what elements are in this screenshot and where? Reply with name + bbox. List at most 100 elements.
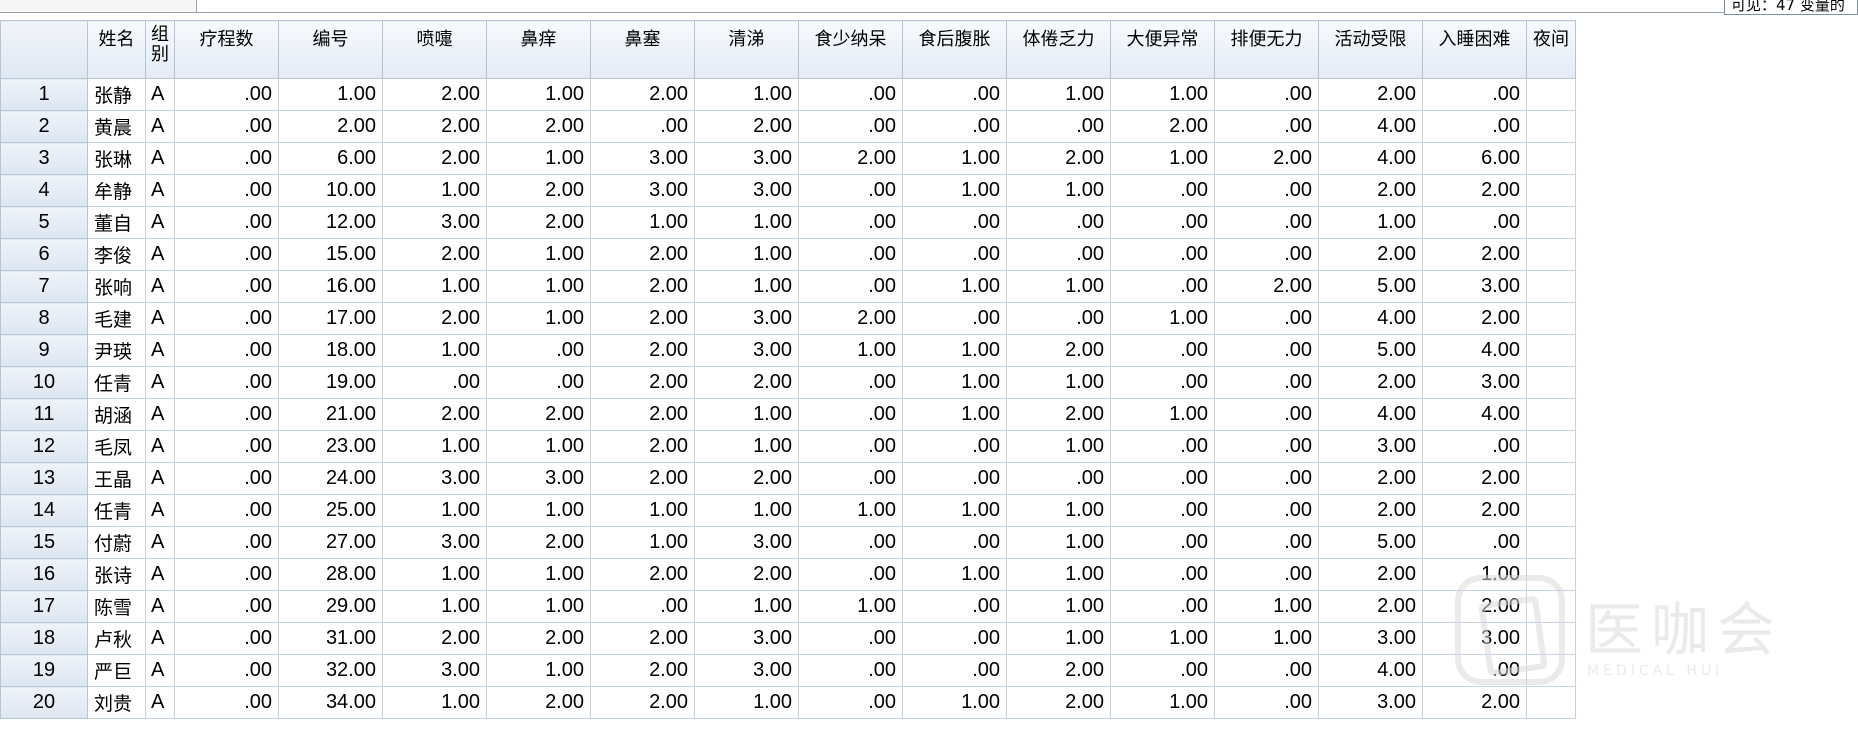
data-cell[interactable]: 2.00	[1318, 78, 1423, 111]
data-cell[interactable]: A	[145, 590, 175, 623]
data-cell[interactable]: 2.00	[382, 238, 487, 271]
data-cell[interactable]: .00	[1422, 526, 1527, 559]
data-cell[interactable]: 4.00	[1422, 398, 1527, 431]
data-cell[interactable]: 4.00	[1318, 110, 1423, 143]
data-cell[interactable]: 1.00	[590, 206, 695, 239]
data-cell[interactable]: 严巨	[87, 654, 146, 687]
data-cell[interactable]: 1.00	[1214, 590, 1319, 623]
data-cell[interactable]: 1.00	[382, 334, 487, 367]
data-cell[interactable]: 1.00	[902, 558, 1007, 591]
data-cell[interactable]: 4.00	[1318, 302, 1423, 335]
data-cell[interactable]: .00	[1214, 462, 1319, 495]
data-cell[interactable]: A	[145, 558, 175, 591]
data-cell[interactable]	[1526, 206, 1576, 239]
data-cell[interactable]: .00	[1110, 206, 1215, 239]
data-cell[interactable]: 2.00	[1422, 238, 1527, 271]
data-cell[interactable]: .00	[1214, 494, 1319, 527]
data-cell[interactable]: 3.00	[486, 462, 591, 495]
data-cell[interactable]: 2.00	[590, 78, 695, 111]
data-cell[interactable]: 1.00	[694, 78, 799, 111]
data-cell[interactable]: 2.00	[1006, 334, 1111, 367]
cell-editor-field[interactable]	[197, 0, 1726, 13]
data-cell[interactable]: 1.00	[486, 590, 591, 623]
data-cell[interactable]: 5.00	[1318, 526, 1423, 559]
row-number-cell[interactable]: 3	[0, 142, 88, 175]
data-cell[interactable]: 1.00	[694, 398, 799, 431]
data-cell[interactable]: .00	[1110, 462, 1215, 495]
data-cell[interactable]: 10.00	[278, 174, 383, 207]
data-cell[interactable]: 1.00	[1006, 430, 1111, 463]
data-cell[interactable]: 3.00	[694, 622, 799, 655]
data-cell[interactable]: .00	[902, 526, 1007, 559]
data-cell[interactable]: 卢秋	[87, 622, 146, 655]
column-header[interactable]: 活动受限	[1318, 20, 1423, 79]
data-cell[interactable]: .00	[1214, 686, 1319, 719]
data-cell[interactable]: 1.00	[902, 142, 1007, 175]
data-cell[interactable]: 1.00	[1006, 558, 1111, 591]
data-cell[interactable]: 3.00	[590, 174, 695, 207]
data-cell[interactable]: 2.00	[1214, 142, 1319, 175]
data-cell[interactable]: 1.00	[382, 686, 487, 719]
row-number-cell[interactable]: 7	[0, 270, 88, 303]
data-cell[interactable]: .00	[1006, 110, 1111, 143]
data-cell[interactable]	[1526, 462, 1576, 495]
data-cell[interactable]: 3.00	[1318, 686, 1423, 719]
data-cell[interactable]: .00	[382, 366, 487, 399]
data-cell[interactable]: 2.00	[1318, 366, 1423, 399]
data-cell[interactable]: 1.00	[382, 558, 487, 591]
data-cell[interactable]: 1.00	[486, 494, 591, 527]
data-cell[interactable]: .00	[174, 270, 279, 303]
row-number-cell[interactable]: 1	[0, 78, 88, 111]
data-cell[interactable]: 2.00	[798, 142, 903, 175]
data-cell[interactable]: 1.00	[382, 590, 487, 623]
data-cell[interactable]: .00	[174, 78, 279, 111]
data-cell[interactable]: .00	[1110, 174, 1215, 207]
data-cell[interactable]: .00	[798, 462, 903, 495]
data-cell[interactable]: .00	[902, 430, 1007, 463]
data-cell[interactable]	[1526, 238, 1576, 271]
data-cell[interactable]: .00	[174, 590, 279, 623]
data-cell[interactable]: 1.00	[902, 398, 1007, 431]
data-cell[interactable]: 2.00	[486, 174, 591, 207]
data-cell[interactable]	[1526, 142, 1576, 175]
data-cell[interactable]: .00	[1110, 558, 1215, 591]
data-cell[interactable]: 2.00	[1422, 590, 1527, 623]
data-cell[interactable]: .00	[1214, 334, 1319, 367]
data-cell[interactable]: .00	[174, 366, 279, 399]
data-cell[interactable]: 27.00	[278, 526, 383, 559]
data-cell[interactable]: .00	[902, 78, 1007, 111]
data-cell[interactable]: 2.00	[1422, 174, 1527, 207]
data-cell[interactable]: 1.00	[902, 270, 1007, 303]
data-cell[interactable]: 3.00	[1422, 270, 1527, 303]
data-cell[interactable]: 张诗	[87, 558, 146, 591]
data-cell[interactable]: .00	[798, 238, 903, 271]
data-cell[interactable]: 2.00	[1318, 238, 1423, 271]
data-cell[interactable]: .00	[902, 462, 1007, 495]
data-cell[interactable]: 4.00	[1422, 334, 1527, 367]
row-number-cell[interactable]: 18	[0, 622, 88, 655]
data-cell[interactable]: A	[145, 174, 175, 207]
data-cell[interactable]: 3.00	[382, 462, 487, 495]
data-cell[interactable]: 2.00	[694, 110, 799, 143]
data-cell[interactable]: 1.00	[486, 142, 591, 175]
data-cell[interactable]	[1526, 654, 1576, 687]
column-header[interactable]: 入睡困难	[1422, 20, 1527, 79]
data-cell[interactable]: 毛建	[87, 302, 146, 335]
data-cell[interactable]: 2.00	[382, 142, 487, 175]
data-cell[interactable]: 张静	[87, 78, 146, 111]
data-cell[interactable]: 3.00	[694, 526, 799, 559]
data-cell[interactable]	[1526, 430, 1576, 463]
data-cell[interactable]: .00	[174, 494, 279, 527]
data-cell[interactable]: 2.00	[694, 462, 799, 495]
data-cell[interactable]: 1.00	[1110, 622, 1215, 655]
data-cell[interactable]: 1.00	[1006, 78, 1111, 111]
data-cell[interactable]: 3.00	[382, 206, 487, 239]
data-cell[interactable]: 16.00	[278, 270, 383, 303]
data-cell[interactable]: .00	[1214, 398, 1319, 431]
data-cell[interactable]: 牟静	[87, 174, 146, 207]
column-header[interactable]: 编号	[278, 20, 383, 79]
data-cell[interactable]: 1.00	[1110, 686, 1215, 719]
data-cell[interactable]: .00	[1006, 238, 1111, 271]
data-cell[interactable]: 1.00	[382, 174, 487, 207]
data-cell[interactable]: 2.00	[1214, 270, 1319, 303]
